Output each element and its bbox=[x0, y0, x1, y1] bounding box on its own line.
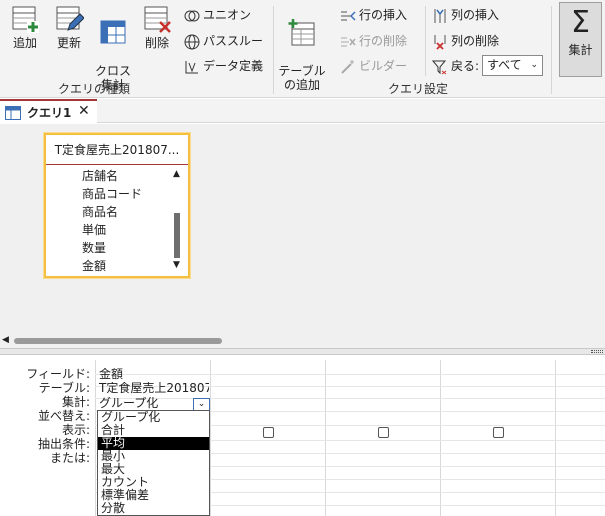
delete-row-icon bbox=[341, 37, 356, 46]
row-label-criteria: 抽出条件: bbox=[37, 437, 90, 451]
update-query-icon bbox=[56, 6, 84, 31]
crosstab-button[interactable]: クロス 集計 bbox=[94, 4, 132, 92]
field-item[interactable]: 数量 bbox=[82, 239, 142, 257]
globe-icon bbox=[184, 34, 200, 49]
grip-icon bbox=[591, 350, 603, 353]
tab-label: クエリ1 bbox=[27, 106, 72, 120]
scroll-thumb[interactable] bbox=[14, 338, 222, 344]
update-label: 更新 bbox=[56, 36, 81, 50]
field-cell[interactable]: 金額 bbox=[99, 368, 209, 381]
wand-icon bbox=[341, 59, 354, 74]
delete-column-label: 列の削除 bbox=[451, 34, 500, 48]
return-label: 戻る: bbox=[451, 59, 480, 73]
delete-button[interactable]: 削除 bbox=[138, 4, 176, 78]
insert-row-button[interactable]: 行の挿入 bbox=[340, 5, 407, 25]
table-cell[interactable]: T定食屋売上2018070 bbox=[99, 382, 209, 395]
query-icon bbox=[5, 106, 21, 120]
data-definition-label: データ定義 bbox=[203, 59, 264, 73]
return-select[interactable]: すべて ⌄ bbox=[482, 55, 543, 76]
field-list-scrollbar[interactable]: ▲ ▼ bbox=[171, 169, 183, 275]
delete-column-icon bbox=[434, 34, 446, 50]
query-setup-group-label: クエリ設定 bbox=[388, 82, 449, 96]
show-checkbox[interactable] bbox=[263, 427, 274, 438]
append-label: 追加 bbox=[12, 36, 37, 50]
delete-row-label: 行の削除 bbox=[359, 34, 408, 48]
field-item[interactable]: 店舗名 bbox=[82, 167, 142, 185]
field-list: 店舗名 商品コード 商品名 単価 数量 金額 bbox=[82, 167, 142, 275]
field-item[interactable]: 単価 bbox=[82, 221, 142, 239]
insert-column-icon bbox=[434, 8, 446, 23]
field-item[interactable]: 商品コード bbox=[82, 185, 142, 203]
close-icon[interactable]: ✕ bbox=[78, 103, 90, 119]
insert-column-label: 列の挿入 bbox=[451, 8, 500, 22]
scroll-thumb[interactable] bbox=[174, 213, 180, 258]
builder-button[interactable]: ビルダー bbox=[340, 56, 407, 76]
add-table-button[interactable]: テーブル の追加 bbox=[278, 4, 326, 92]
dropdown-option[interactable]: 分散 bbox=[98, 502, 209, 515]
row-label-show: 表示: bbox=[61, 423, 90, 437]
row-label-field: フィールド: bbox=[26, 367, 90, 381]
total-dropdown-list: グループ化 合計 平均 最小 最大 カウント 標準偏差 分散 bbox=[97, 410, 210, 516]
separator bbox=[273, 6, 274, 94]
data-definition-icon bbox=[185, 60, 198, 73]
union-button[interactable]: ユニオン bbox=[184, 5, 251, 25]
builder-label: ビルダー bbox=[359, 59, 408, 73]
separator bbox=[425, 6, 426, 76]
data-definition-button[interactable]: データ定義 bbox=[184, 56, 263, 76]
row-label-total: 集計: bbox=[61, 395, 90, 409]
separator bbox=[551, 6, 552, 94]
total-cell[interactable]: グループ化 bbox=[99, 397, 189, 410]
add-table-icon bbox=[288, 19, 315, 46]
horizontal-scrollbar[interactable]: ◀ bbox=[0, 334, 605, 348]
chevron-down-icon: ⌄ bbox=[530, 60, 538, 70]
union-label: ユニオン bbox=[203, 8, 252, 22]
scroll-down-icon[interactable]: ▼ bbox=[173, 260, 180, 270]
show-checkbox[interactable] bbox=[493, 427, 504, 438]
delete-row-button[interactable]: 行の削除 bbox=[340, 31, 407, 51]
return-filter-icon bbox=[431, 60, 447, 74]
field-item[interactable]: 金額 bbox=[82, 257, 142, 275]
document-tab-bar: クエリ1 ✕ bbox=[0, 99, 605, 123]
passthrough-button[interactable]: パススルー bbox=[184, 31, 263, 51]
return-value: すべて bbox=[487, 58, 522, 72]
totals-label: 集計 bbox=[568, 43, 593, 57]
insert-column-button[interactable]: 列の挿入 bbox=[432, 5, 499, 25]
return-control: 戻る: bbox=[431, 56, 480, 76]
delete-label: 削除 bbox=[144, 36, 169, 50]
append-button[interactable]: 追加 bbox=[6, 4, 44, 78]
crosstab-query-icon bbox=[100, 20, 126, 44]
tab-query1[interactable]: クエリ1 ✕ bbox=[0, 99, 97, 123]
pane-splitter[interactable] bbox=[0, 348, 605, 355]
row-label-table: テーブル: bbox=[38, 381, 90, 395]
insert-row-label: 行の挿入 bbox=[359, 8, 408, 22]
append-query-icon bbox=[12, 6, 39, 33]
union-icon bbox=[184, 10, 200, 21]
show-checkbox[interactable] bbox=[378, 427, 389, 438]
query-type-group-label: クエリの種類 bbox=[58, 82, 131, 96]
delete-query-icon bbox=[144, 6, 171, 33]
field-item[interactable]: 商品名 bbox=[82, 203, 142, 221]
row-label-sort: 並べ替え: bbox=[37, 409, 90, 423]
row-label-or: または: bbox=[49, 451, 90, 465]
chevron-down-icon: ⌄ bbox=[197, 399, 206, 409]
sigma-icon: Σ bbox=[571, 5, 590, 40]
scroll-up-icon[interactable]: ▲ bbox=[173, 169, 180, 179]
table-field-list[interactable]: T定食屋売上201807... 店舗名 商品コード 商品名 単価 数量 金額 ▲ ▼ bbox=[44, 133, 190, 278]
table-title[interactable]: T定食屋売上201807... bbox=[46, 135, 188, 165]
delete-column-button[interactable]: 列の削除 bbox=[432, 31, 499, 51]
scroll-left-icon[interactable]: ◀ bbox=[2, 335, 9, 345]
update-button[interactable]: 更新 bbox=[50, 4, 88, 78]
add-table-label: テーブル の追加 bbox=[278, 64, 326, 92]
totals-button[interactable]: Σ 集計 bbox=[559, 2, 602, 77]
insert-row-icon bbox=[341, 10, 356, 21]
passthrough-label: パススルー bbox=[203, 34, 264, 48]
ribbon: 追加 更新 クロス 集計 削除 ユニオン パススルー データ定義 クエリの種類 … bbox=[0, 0, 605, 98]
